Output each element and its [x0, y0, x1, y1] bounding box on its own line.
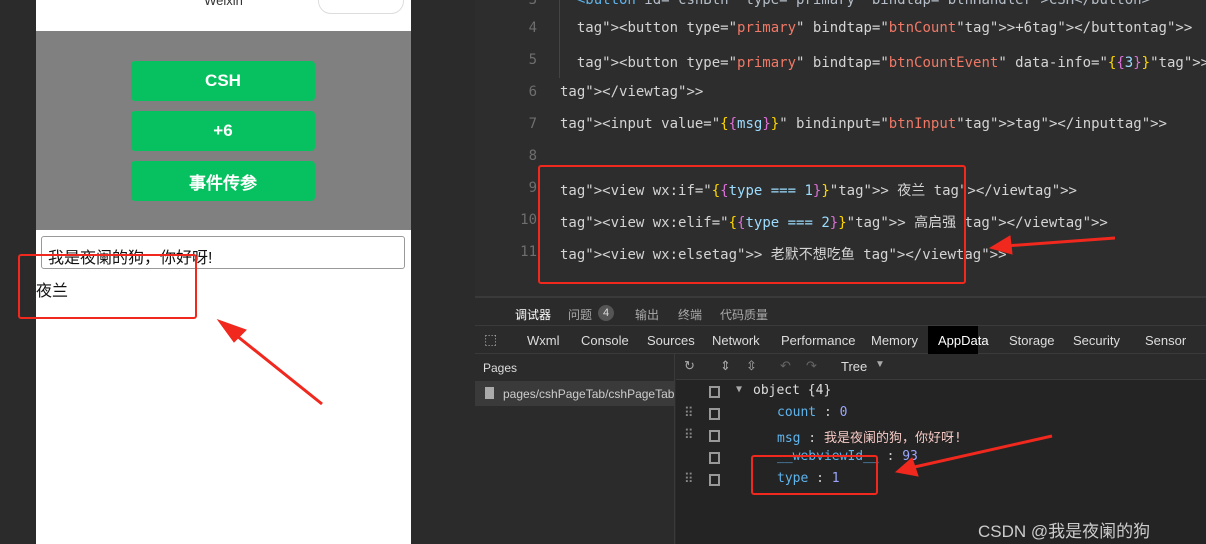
arrow-head-icon — [894, 457, 919, 477]
arrow-head-icon — [988, 235, 1013, 255]
annotation-arrows — [216, 235, 1116, 477]
arrow-icon — [1004, 236, 1116, 248]
arrow-icon — [909, 434, 1053, 470]
arrow-icon — [231, 330, 323, 406]
